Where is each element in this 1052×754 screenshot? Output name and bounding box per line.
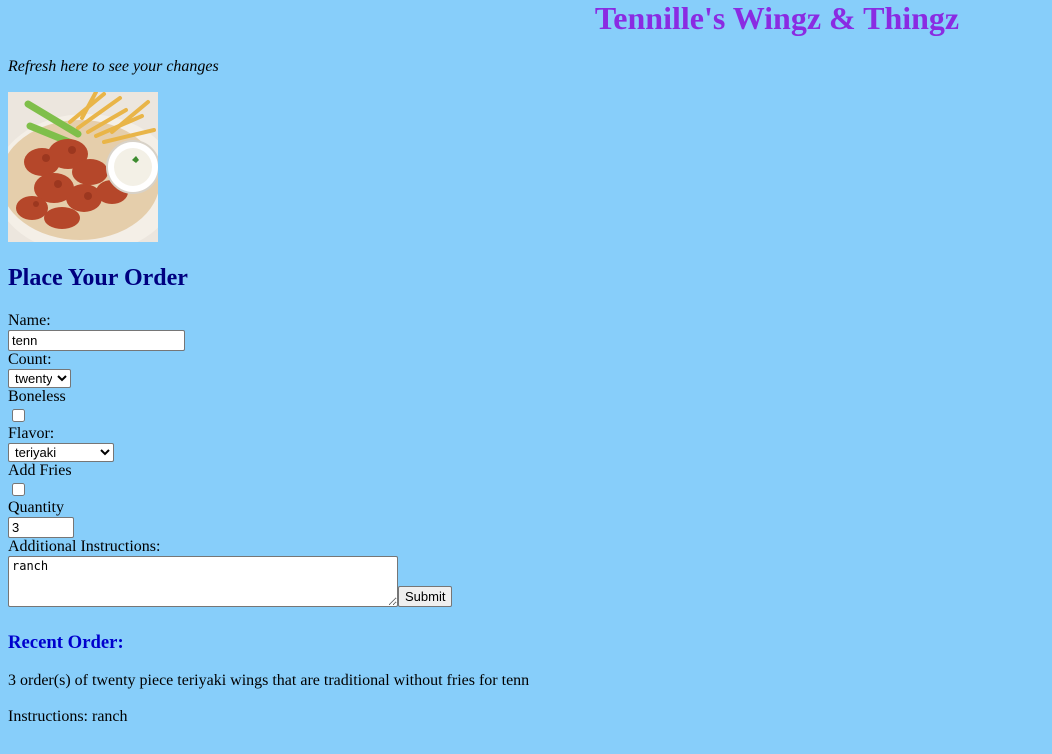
recent-order-heading: Recent Order: — [8, 632, 124, 653]
site-title: Tennille's Wingz & Thingz — [594, 0, 960, 36]
name-input[interactable] — [8, 330, 185, 351]
refresh-note: Refresh here to see your changes — [8, 58, 219, 75]
main-content: Refresh here to see your changes Place Y… — [8, 56, 1008, 726]
quantity-input[interactable] — [8, 517, 74, 538]
instructions-textarea[interactable]: ranch — [8, 556, 398, 607]
boneless-label: Boneless — [8, 388, 66, 405]
order-heading: Place Your Order — [8, 265, 188, 291]
recent-order-summary: 3 order(s) of twenty piece teriyaki wing… — [8, 672, 530, 689]
quantity-label: Quantity — [8, 499, 64, 516]
submit-button[interactable]: Submit — [398, 586, 453, 607]
flavor-label: Flavor: — [8, 425, 55, 442]
recent-order-instructions: Instructions: ranch — [8, 708, 128, 725]
instructions-row: ranch Submit — [8, 556, 1008, 607]
name-label: Name: — [8, 312, 51, 329]
wings-fries-ranch-photo — [8, 92, 158, 242]
fries-label: Add Fries — [8, 462, 72, 479]
count-select[interactable]: twenty — [8, 369, 71, 388]
count-label: Count: — [8, 351, 52, 368]
order-form: Name: Count: twenty Boneless Flavor: ter… — [8, 312, 1008, 607]
boneless-checkbox[interactable] — [12, 409, 25, 422]
flavor-select[interactable]: teriyaki — [8, 443, 114, 462]
instructions-label: Additional Instructions: — [8, 538, 161, 555]
add-fries-checkbox[interactable] — [12, 483, 25, 496]
